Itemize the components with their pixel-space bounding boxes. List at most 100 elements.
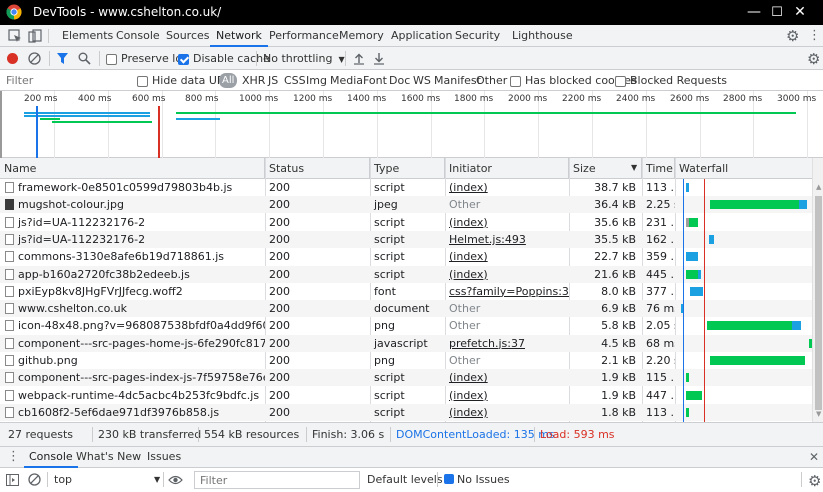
col-name[interactable]: Name <box>0 158 265 179</box>
type-filter-media[interactable]: Media <box>330 70 363 91</box>
table-row[interactable]: mugshot-colour.jpg 200 jpeg Other 36.4 kB 2.2… <box>0 196 812 214</box>
tab-elements[interactable]: Elements <box>62 25 113 47</box>
drawer-tab-issues[interactable]: Issues <box>147 447 181 468</box>
cell-initiator[interactable]: (index) <box>445 369 569 386</box>
type-filter-all[interactable]: All <box>219 73 238 88</box>
table-row[interactable]: github.png 200 png Other 2.1 kB 2.20 s <box>0 352 812 369</box>
table-row[interactable]: component---src-pages-home-js-6fe290fc81… <box>0 334 812 352</box>
tab-memory[interactable]: Memory <box>339 25 384 47</box>
cell-size: 38.7 kB <box>594 181 636 194</box>
record-button[interactable] <box>7 53 18 64</box>
settings-gear-icon[interactable]: ⚙ <box>786 27 799 45</box>
col-waterfall[interactable]: Waterfall <box>675 158 812 179</box>
drawer-menu-icon[interactable]: ⋮ <box>7 449 20 464</box>
col-time[interactable]: Time <box>642 158 675 179</box>
preserve-log-checkbox[interactable]: Preserve log <box>106 47 189 70</box>
has-blocked-cookies-box[interactable] <box>510 75 521 87</box>
table-row[interactable]: app-b160a2720fc38b2edeeb.js 200 script (ind… <box>0 265 812 283</box>
log-levels-select[interactable]: Default levels▼ <box>367 468 453 492</box>
overview-tick-label: 1800 ms <box>454 94 494 104</box>
waterfall-bar <box>791 321 802 331</box>
close-drawer-icon[interactable]: ✕ <box>809 450 819 464</box>
waterfall-bar <box>710 356 806 365</box>
type-filter-manifest[interactable]: Manifest <box>434 70 481 91</box>
cell-type: script <box>374 371 405 385</box>
blocked-requests-checkbox[interactable]: Blocked Requests <box>615 70 727 91</box>
table-row[interactable]: framework-0e8501c0599d79803b4b.js 200 scri… <box>0 179 812 196</box>
type-filter-xhr[interactable]: XHR <box>242 70 265 91</box>
overview-selection-handle[interactable] <box>0 91 2 158</box>
import-har-icon[interactable] <box>353 52 365 65</box>
cell-initiator[interactable]: css?family=Poppins:300,40... <box>445 283 569 300</box>
cell-time: 231 ... <box>646 215 675 229</box>
request-list-scrollbar[interactable]: ▲ ▼ <box>812 158 823 422</box>
close-window-button[interactable]: ✕ <box>777 0 823 25</box>
cell-initiator[interactable]: (index) <box>445 214 569 231</box>
type-filter-doc[interactable]: Doc <box>389 70 410 91</box>
col-type[interactable]: Type <box>370 158 445 179</box>
preserve-log-box[interactable] <box>106 53 117 65</box>
cell-size: 6.9 kB <box>601 302 636 316</box>
table-row[interactable]: pxiEyp8kv8JHgFVrJJfecg.woff2 200 font css?f… <box>0 283 812 300</box>
cell-initiator[interactable]: (index) <box>445 266 569 283</box>
network-overview[interactable]: 200 ms 400 ms 600 ms 800 ms 1000 ms 1200 ms 14… <box>0 91 823 158</box>
cell-initiator[interactable]: (index) <box>445 387 569 404</box>
search-icon[interactable] <box>78 52 91 65</box>
cell-name: js?id=UA-112232176-2 <box>18 215 146 229</box>
clear-icon[interactable] <box>28 52 41 65</box>
cell-initiator[interactable]: (index) <box>445 248 569 265</box>
col-initiator[interactable]: Initiator <box>445 158 569 179</box>
blocked-requests-box[interactable] <box>615 75 626 87</box>
cell-size: 22.7 kB <box>594 250 636 264</box>
hide-data-urls-box[interactable] <box>137 75 148 87</box>
console-sidebar-icon[interactable] <box>6 474 19 486</box>
table-row[interactable]: commons-3130e8afe6b19d718861.js 200 script… <box>0 248 812 265</box>
clear-console-icon[interactable] <box>28 473 41 486</box>
table-row[interactable]: icon-48x48.png?v=968087538bfdf0a4dd9f600… <box>0 317 812 334</box>
tab-network[interactable]: Network <box>210 25 268 47</box>
cell-initiator[interactable]: Helmet.js:493 <box>445 231 569 248</box>
tab-application[interactable]: Application <box>391 25 452 47</box>
tab-performance[interactable]: Performance <box>269 25 339 47</box>
device-toolbar-icon[interactable] <box>28 29 42 43</box>
table-row[interactable]: component---src-pages-index-js-7f59758e7… <box>0 369 812 387</box>
issues-counter[interactable]: No Issues <box>444 468 510 492</box>
table-row[interactable]: js?id=UA-112232176-2 200 script (index) 35.6… <box>0 214 812 231</box>
filter-input[interactable] <box>1 71 131 89</box>
type-filter-font[interactable]: Font <box>363 70 387 91</box>
throttling-select[interactable]: No throttling ▼ <box>263 47 345 70</box>
console-settings-gear-icon[interactable]: ⚙ <box>808 472 821 490</box>
tab-sources[interactable]: Sources <box>166 25 210 47</box>
col-status[interactable]: Status <box>265 158 370 179</box>
filter-funnel-icon[interactable] <box>56 52 69 65</box>
inspect-element-icon[interactable] <box>8 29 22 43</box>
network-settings-gear-icon[interactable]: ⚙ <box>807 50 820 68</box>
cell-initiator[interactable]: (index) <box>445 179 569 196</box>
type-filter-css[interactable]: CSS <box>284 70 306 91</box>
more-options-icon[interactable]: ⋮ <box>808 28 821 43</box>
context-select[interactable]: top ▼ <box>54 468 164 492</box>
drawer-tab-whats-new[interactable]: What's New <box>76 447 141 468</box>
disable-cache-box[interactable] <box>178 53 189 65</box>
type-filter-ws[interactable]: WS <box>413 70 431 91</box>
tab-lighthouse[interactable]: Lighthouse <box>512 25 573 47</box>
console-filter-input[interactable] <box>194 471 360 489</box>
overview-tick-label: 1200 ms <box>293 94 333 104</box>
table-row[interactable]: js?id=UA-112232176-2 200 script Helmet.js:4… <box>0 230 812 248</box>
drawer-tab-console[interactable]: Console <box>24 447 78 468</box>
type-filter-js[interactable]: JS <box>268 70 278 91</box>
type-filter-other[interactable]: Other <box>476 70 507 91</box>
tab-console[interactable]: Console <box>116 25 160 47</box>
table-row[interactable]: webpack-runtime-4dc5acbc4b253fc9bdfc.js 2… <box>0 387 812 404</box>
export-har-icon[interactable] <box>373 52 385 65</box>
live-expression-eye-icon[interactable] <box>168 474 183 486</box>
cell-initiator[interactable]: (index) <box>445 404 569 421</box>
table-row[interactable]: cb1608f2-5ef6dae971df3976b858.js 200 scrip… <box>0 403 812 421</box>
table-row[interactable]: www.cshelton.co.uk 200 document Other 6.9 kB… <box>0 300 812 318</box>
tab-security[interactable]: Security <box>455 25 500 47</box>
cell-initiator[interactable]: prefetch.js:37 <box>445 335 569 352</box>
type-filter-img[interactable]: Img <box>306 70 327 91</box>
scrollbar-thumb[interactable] <box>815 196 822 410</box>
overview-tick-label: 1600 ms <box>401 94 441 104</box>
waterfall-bar <box>708 234 715 244</box>
